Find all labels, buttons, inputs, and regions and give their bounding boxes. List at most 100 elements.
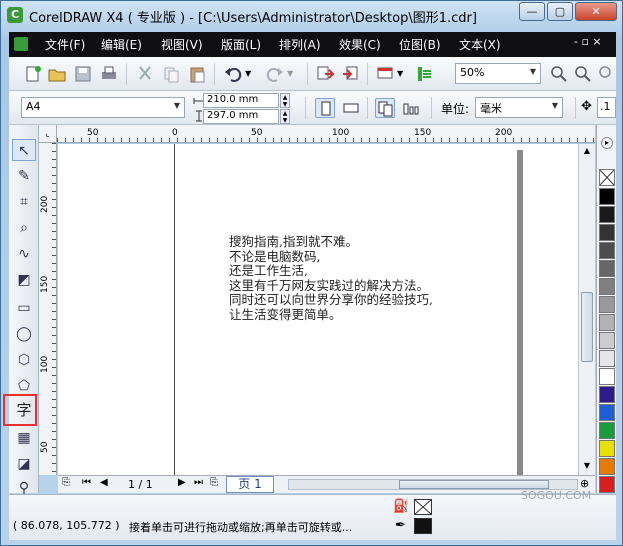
landscape-orientation-icon[interactable] <box>341 98 361 118</box>
vertical-ruler[interactable]: 200 150 100 50 <box>39 143 57 475</box>
scroll-down-icon[interactable]: ▼ <box>581 461 593 473</box>
color-swatch[interactable] <box>599 278 615 295</box>
table-tool-icon[interactable]: ▦ <box>12 427 36 449</box>
color-swatch[interactable] <box>599 422 615 439</box>
welcome-screen-icon[interactable] <box>415 64 435 84</box>
page-tab-1[interactable]: 页 1 <box>226 476 274 493</box>
color-swatch[interactable] <box>599 296 615 313</box>
color-swatch[interactable] <box>599 206 615 223</box>
no-color-swatch[interactable] <box>599 169 615 186</box>
fill-color-none-swatch[interactable] <box>414 499 432 515</box>
color-swatch[interactable] <box>599 458 615 475</box>
document-icon[interactable] <box>14 37 28 51</box>
undo-icon[interactable] <box>223 64 243 84</box>
units-label: 单位: <box>441 102 470 116</box>
open-folder-icon[interactable] <box>47 64 67 84</box>
color-swatch[interactable] <box>599 224 615 241</box>
copy-icon[interactable] <box>161 64 181 84</box>
interactive-blend-tool-icon[interactable]: ◪ <box>12 453 36 475</box>
menu-effects[interactable]: 效果(C) <box>339 36 381 53</box>
toolbar-separator <box>575 97 576 119</box>
drawing-canvas[interactable]: 搜狗指南,指到就不难。 不论是电脑数码, 还是工作生活, 这里有千万网友实践过的解决方… <box>58 144 595 475</box>
color-swatch[interactable] <box>599 368 615 385</box>
page-width-field[interactable]: 210.0 mm <box>203 93 279 108</box>
color-swatch[interactable] <box>599 440 615 457</box>
first-page-icon[interactable]: ⏮ <box>82 477 91 488</box>
current-page-icon[interactable] <box>401 98 421 118</box>
undo-dropdown-icon[interactable]: ▼ <box>245 64 257 84</box>
ruler-tick-label: 50 <box>87 128 99 138</box>
pick-tool-icon[interactable]: ↖ <box>12 139 36 161</box>
cut-icon[interactable] <box>135 64 155 84</box>
restore-button[interactable]: ▢ <box>547 2 573 21</box>
save-icon[interactable] <box>73 64 93 84</box>
color-swatch[interactable] <box>599 476 615 493</box>
artistic-text-block[interactable]: 搜狗指南,指到就不难。 不论是电脑数码, 还是工作生活, 这里有千万网友实践过的解决方… <box>229 234 433 322</box>
color-swatch[interactable] <box>599 404 615 421</box>
redo-icon[interactable] <box>265 64 285 84</box>
color-swatch[interactable] <box>599 188 615 205</box>
ruler-tick-label: 50 <box>251 128 263 138</box>
page-height-spinner[interactable]: ▲ ▼ <box>280 109 290 124</box>
page-width-value: 210.0 mm <box>207 94 259 105</box>
menu-text[interactable]: 文本(X) <box>459 36 501 53</box>
menu-bitmaps[interactable]: 位图(B) <box>399 36 441 53</box>
ellipse-tool-icon[interactable]: ◯ <box>12 323 36 345</box>
outline-color-swatch[interactable] <box>414 518 432 534</box>
scroll-up-icon[interactable]: ▲ <box>581 146 593 158</box>
add-page-after-icon[interactable]: ⎘ <box>210 477 218 488</box>
menu-view[interactable]: 视图(V) <box>161 36 203 53</box>
export-icon[interactable] <box>341 64 361 84</box>
palette-scroll-up-icon[interactable]: ▸ <box>601 137 613 149</box>
zoom-tool-icon[interactable]: ⌕ <box>12 217 36 239</box>
polygon-tool-icon[interactable]: ⬡ <box>12 349 36 371</box>
add-page-before-icon[interactable]: ⎘ <box>62 477 70 488</box>
portrait-orientation-icon[interactable] <box>315 98 335 118</box>
document-window-controls[interactable]: - ▫ × <box>574 35 602 48</box>
rectangle-tool-icon[interactable]: ▭ <box>12 297 36 319</box>
smart-fill-tool-icon[interactable]: ◩ <box>12 269 36 291</box>
print-icon[interactable] <box>99 64 119 84</box>
menu-layout[interactable]: 版面(L) <box>221 36 261 53</box>
zoom-level-combo[interactable]: 50% ▼ <box>455 63 541 84</box>
launcher-dropdown-icon[interactable]: ▼ <box>397 64 409 84</box>
last-page-icon[interactable]: ⏭ <box>194 477 203 488</box>
all-pages-icon[interactable] <box>375 98 395 118</box>
application-launcher-icon[interactable] <box>375 64 395 84</box>
redo-dropdown-icon[interactable]: ▼ <box>287 64 299 84</box>
shape-tool-icon[interactable]: ✎ <box>12 165 36 187</box>
new-document-icon[interactable] <box>23 64 43 84</box>
color-swatch[interactable] <box>599 260 615 277</box>
menu-edit[interactable]: 编辑(E) <box>101 36 142 53</box>
horizontal-scroll-thumb[interactable] <box>399 480 549 489</box>
vertical-scrollbar[interactable]: ▲ ▼ <box>578 144 595 475</box>
minimize-button[interactable]: — <box>519 2 545 21</box>
close-button[interactable]: ✕ <box>575 2 617 21</box>
nudge-offset-field[interactable]: .1 <box>597 97 616 118</box>
color-swatch[interactable] <box>599 386 615 403</box>
units-combo[interactable]: 毫米 ▼ <box>475 97 563 118</box>
menu-file[interactable]: 文件(F) <box>45 36 85 53</box>
ruler-origin-icon[interactable]: ⌞ <box>39 125 57 143</box>
freehand-tool-icon[interactable]: ∿ <box>12 243 36 265</box>
previous-page-icon[interactable]: ◀ <box>100 477 108 488</box>
page-width-spinner[interactable]: ▲ ▼ <box>280 93 290 108</box>
crop-tool-icon[interactable]: ⌗ <box>12 191 36 213</box>
ruler-tick-label: 150 <box>40 275 50 293</box>
import-icon[interactable] <box>315 64 335 84</box>
color-swatch[interactable] <box>599 242 615 259</box>
color-swatch[interactable] <box>599 314 615 331</box>
zoom-in-icon[interactable] <box>549 64 569 84</box>
next-page-icon[interactable]: ▶ <box>178 477 186 488</box>
paper-size-combo[interactable]: A4 ▼ <box>21 97 185 118</box>
color-swatch[interactable] <box>599 332 615 349</box>
zoom-fit-icon[interactable] <box>597 64 617 84</box>
horizontal-ruler[interactable]: ⌞ 50 0 50 100 150 200 <box>39 125 595 143</box>
paste-icon[interactable] <box>187 64 207 84</box>
page-height-field[interactable]: 297.0 mm <box>203 109 279 124</box>
menu-arrange[interactable]: 排列(A) <box>279 36 321 53</box>
zoom-out-icon[interactable] <box>573 64 593 84</box>
scroll-thumb[interactable] <box>581 292 593 362</box>
color-swatch[interactable] <box>599 350 615 367</box>
color-palette: ▸ <box>596 125 616 493</box>
